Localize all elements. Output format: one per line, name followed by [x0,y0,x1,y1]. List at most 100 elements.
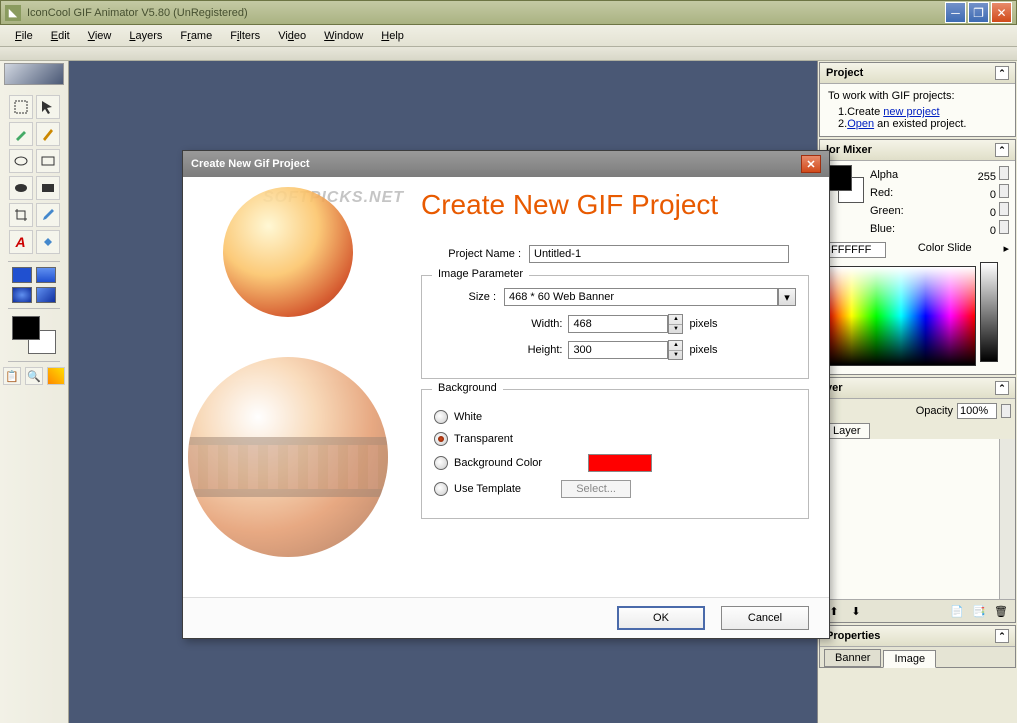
radio-bgcolor[interactable] [434,456,448,470]
brush-tool[interactable] [36,122,60,146]
ellipse-tool[interactable] [9,149,33,173]
zoom-tool[interactable]: 🔍 [25,367,43,385]
radio-transparent[interactable] [434,432,448,446]
color-slide-toggle[interactable]: ▸ [1003,242,1009,258]
width-spinner[interactable]: ▲▼ [668,314,683,334]
toolbox: A 📋 🔍 [0,61,69,723]
foreground-color[interactable] [12,316,40,340]
project-panel: Project ⌃ To work with GIF projects: 1.C… [819,62,1016,137]
menu-video[interactable]: Video [269,27,315,45]
color-picker-gradient[interactable] [826,266,976,366]
brightness-slider[interactable] [980,262,998,362]
layer-list [820,439,1015,599]
layer-down-icon[interactable]: ⬇ [848,603,864,619]
new-project-link[interactable]: new project [883,106,939,118]
layer-scrollbar[interactable] [999,439,1015,599]
filled-ellipse-tool[interactable] [9,176,33,200]
tab-banner[interactable]: Banner [824,649,881,667]
dialog-close-button[interactable]: ✕ [801,155,821,173]
color-mixer-title: lor Mixer [826,144,872,156]
layer-collapse-icon[interactable]: ⌃ [995,381,1009,395]
project-name-label: Project Name : [421,248,521,260]
bg-color-preview[interactable] [588,454,652,472]
project-collapse-icon[interactable]: ⌃ [995,66,1009,80]
app-icon: ◣ [5,5,21,21]
project-intro: To work with GIF projects: [828,90,1007,102]
project-panel-title: Project [826,67,863,79]
opacity-spinner[interactable] [1001,404,1011,418]
blue-value: 0 [990,225,996,237]
alpha-value: 255 [978,171,996,183]
color-selector[interactable] [12,316,56,354]
menu-help[interactable]: Help [372,27,413,45]
properties-title: Properties [826,630,880,642]
close-button[interactable]: ✕ [991,2,1012,23]
height-spinner[interactable]: ▲▼ [668,340,683,360]
swatch-blue-radial[interactable] [12,287,32,303]
right-panels: Project ⌃ To work with GIF projects: 1.C… [817,61,1017,723]
text-tool[interactable]: A [9,230,33,254]
radio-white[interactable] [434,410,448,424]
swatch-blue-diag[interactable] [36,287,56,303]
duplicate-layer-icon[interactable]: 📑 [971,603,987,619]
history-tool[interactable]: 📋 [3,367,21,385]
swatch-blue-solid[interactable] [12,267,32,283]
create-project-dialog: Create New Gif Project ✕ SOFTPICKS.NET C… [182,150,830,639]
menu-frame[interactable]: Frame [171,27,221,45]
red-value: 0 [990,189,996,201]
marquee-tool[interactable] [9,95,33,119]
properties-panel: Properties ⌃ Banner Image [819,625,1016,668]
properties-collapse-icon[interactable]: ⌃ [995,629,1009,643]
menu-layers[interactable]: Layers [120,27,171,45]
layer-tab[interactable]: Layer [824,423,870,439]
menu-edit[interactable]: Edit [42,27,79,45]
window-controls: ─ ❐ ✕ [945,2,1012,23]
project-name-input[interactable] [529,245,789,263]
cancel-button[interactable]: Cancel [721,606,809,630]
window-title: IconCool GIF Animator V5.80 (UnRegistere… [27,7,945,19]
filled-rect-tool[interactable] [36,176,60,200]
height-input[interactable] [568,341,668,359]
red-spinner[interactable] [999,184,1009,198]
tab-image[interactable]: Image [883,650,936,668]
mixer-color-stack[interactable] [826,165,864,203]
size-dropdown-button[interactable]: ▾ [778,288,796,306]
opacity-input[interactable]: 100% [957,403,997,419]
eyedropper-tool[interactable] [36,203,60,227]
rect-tool[interactable] [36,149,60,173]
menu-view[interactable]: View [79,27,121,45]
ok-button[interactable]: OK [617,606,705,630]
width-input[interactable] [568,315,668,333]
toolbox-logo [4,63,64,85]
menu-bar: File Edit View Layers Frame Filters Vide… [0,25,1017,47]
hex-input[interactable]: FFFFFF [826,242,886,258]
menu-file[interactable]: File [6,27,42,45]
alpha-spinner[interactable] [999,166,1009,180]
open-project-link[interactable]: Open [847,118,874,130]
blue-spinner[interactable] [999,220,1009,234]
title-bar: ◣ IconCool GIF Animator V5.80 (UnRegiste… [0,0,1017,25]
wand-tool[interactable] [9,122,33,146]
effects-tool[interactable] [47,367,65,385]
background-group: Background White Transparent Background … [421,389,809,519]
new-layer-icon[interactable]: 📄 [949,603,965,619]
green-spinner[interactable] [999,202,1009,216]
delete-layer-icon[interactable]: 🗑 [993,603,1009,619]
dialog-artwork: SOFTPICKS.NET [183,177,413,597]
toolbar-strip [0,47,1017,61]
menu-filters[interactable]: Filters [221,27,269,45]
mixer-collapse-icon[interactable]: ⌃ [995,143,1009,157]
minimize-button[interactable]: ─ [945,2,966,23]
maximize-button[interactable]: ❐ [968,2,989,23]
bucket-tool[interactable] [36,230,60,254]
menu-window[interactable]: Window [315,27,372,45]
swatch-blue-grad[interactable] [36,267,56,283]
move-tool[interactable] [36,95,60,119]
size-preset-select[interactable] [504,288,778,306]
image-parameter-group: Image Parameter Size : ▾ Width: ▲▼ pixel… [421,275,809,379]
radio-template[interactable] [434,482,448,496]
green-value: 0 [990,207,996,219]
dialog-heading: Create New GIF Project [421,189,809,221]
select-template-button[interactable]: Select... [561,480,631,498]
crop-tool[interactable] [9,203,33,227]
